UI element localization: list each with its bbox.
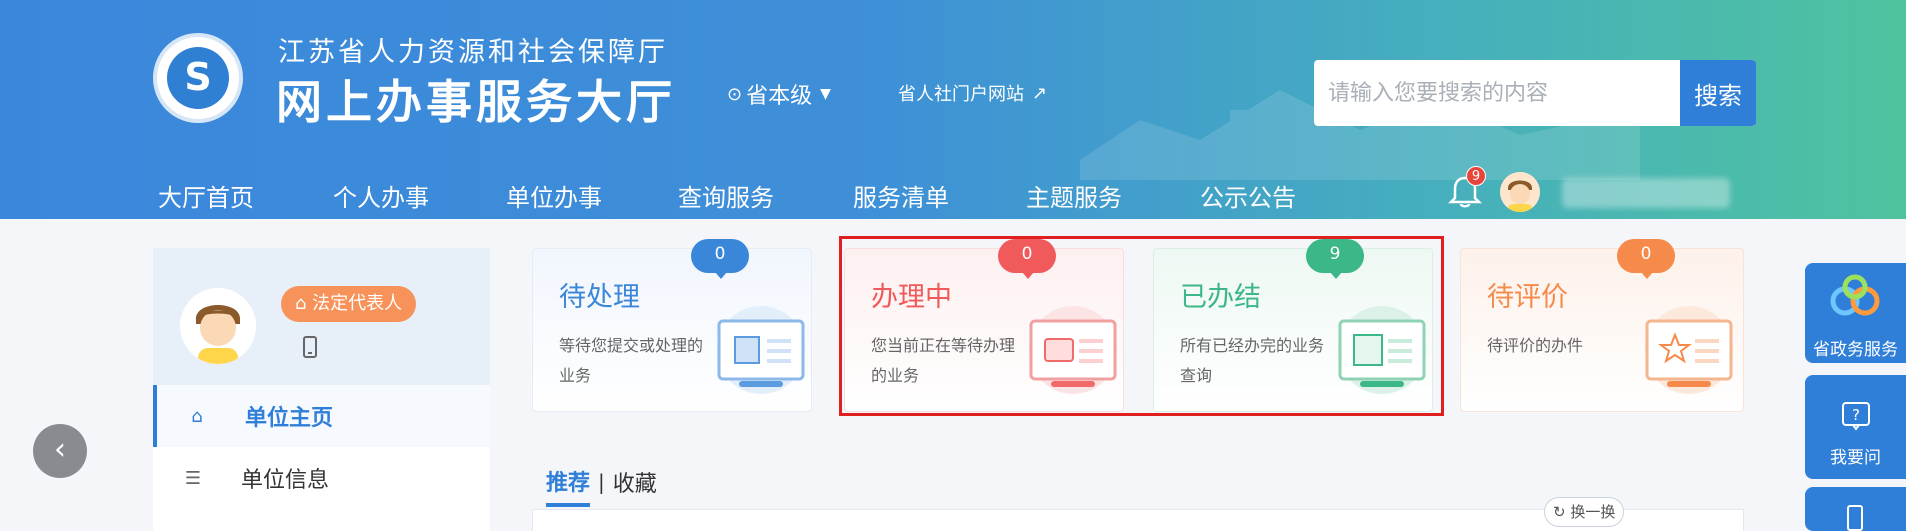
float-label: 我要问 — [1830, 448, 1881, 468]
avatar — [180, 288, 256, 364]
in-progress-count: 0 — [998, 239, 1056, 279]
user-avatar[interactable] — [1500, 172, 1540, 212]
float-ask[interactable]: ? 我要问 — [1805, 375, 1906, 479]
question-bubble-icon: ? — [1842, 402, 1870, 431]
nav-unit[interactable]: 单位办事 — [506, 178, 602, 213]
nav-service-list[interactable]: 服务清单 — [853, 178, 949, 213]
portal-link-label: 省人社门户网站 — [898, 84, 1024, 105]
card-completed[interactable]: 9 已办结 所有已经办完的业务查询 — [1153, 239, 1433, 412]
region-label: 省本级 — [746, 84, 813, 109]
svg-text:?: ? — [1852, 406, 1860, 424]
region-selector[interactable]: ⊙ 省本级 ▼ — [727, 78, 831, 110]
chevron-down-icon: ▼ — [820, 86, 831, 102]
completed-count: 9 — [1306, 239, 1364, 279]
document-icon: ☰ — [184, 467, 202, 489]
hall-name: 网上办事服务大厅 — [276, 75, 676, 129]
refresh-icon: ↻ — [1553, 503, 1566, 521]
recommend-tabs: 推荐 | 收藏 — [546, 465, 657, 507]
logo: S — [153, 33, 243, 123]
card-desc: 待评价的办件 — [1487, 336, 1584, 355]
card-title: 待处理 — [559, 282, 640, 313]
card-title: 待评价 — [1487, 282, 1568, 313]
phone-icon — [1847, 505, 1863, 531]
monitor-document-icon — [717, 306, 805, 394]
profile-panel: ⌂ 法定代表人 ⌂ 单位主页 ☰ 单位信息 — [153, 248, 490, 531]
home-small-icon: ⌂ — [295, 293, 307, 314]
nav-notice[interactable]: 公示公告 — [1200, 178, 1296, 213]
nav-personal[interactable]: 个人办事 — [333, 178, 429, 213]
card-pending[interactable]: 0 待处理 等待您提交或处理的业务 — [532, 239, 812, 412]
card-to-evaluate[interactable]: 0 待评价 待评价的办件 — [1460, 239, 1744, 412]
location-pin-icon: ⊙ — [727, 83, 743, 105]
monitor-checklist-icon — [1338, 306, 1426, 394]
card-desc: 等待您提交或处理的业务 — [559, 336, 704, 385]
tab-favorites[interactable]: 收藏 — [613, 466, 657, 506]
share-arrow-icon: ↗ — [1032, 82, 1048, 104]
float-phone[interactable] — [1805, 487, 1906, 531]
to-evaluate-count: 0 — [1617, 239, 1675, 279]
legal-rep-badge: ⌂ 法定代表人 — [281, 286, 417, 322]
card-in-progress[interactable]: 0 办理中 您当前正在等待办理的业务 — [844, 239, 1124, 412]
monitor-star-icon — [1645, 306, 1733, 394]
username-redacted — [1562, 178, 1730, 208]
monitor-message-icon — [1029, 306, 1117, 394]
profile-area: ⌂ 法定代表人 — [153, 248, 490, 385]
sidebar-item-label: 单位信息 — [241, 468, 330, 493]
org-name: 江苏省人力资源和社会保障厅 — [278, 37, 668, 68]
phone-icon[interactable] — [303, 336, 317, 358]
refresh-button[interactable]: ↻ 换一换 — [1544, 497, 1625, 527]
card-desc: 您当前正在等待办理的业务 — [871, 336, 1016, 385]
nav-home[interactable]: 大厅首页 — [158, 178, 254, 213]
gov-service-logo-icon — [1830, 274, 1880, 316]
card-title: 办理中 — [871, 282, 952, 313]
card-title: 已办结 — [1180, 282, 1261, 313]
chevron-left-icon: ‹ — [54, 432, 66, 467]
portal-link[interactable]: 省人社门户网站 ↗ — [898, 80, 1047, 106]
carousel-prev-button[interactable]: ‹ — [33, 424, 87, 478]
search-button[interactable]: 搜索 — [1680, 60, 1756, 126]
float-label: 省政务服务 — [1813, 340, 1898, 360]
tab-separator: | — [598, 470, 605, 494]
nav-theme[interactable]: 主题服务 — [1026, 178, 1122, 213]
nav-query[interactable]: 查询服务 — [678, 178, 774, 213]
pending-count: 0 — [691, 239, 749, 279]
tab-recommend[interactable]: 推荐 — [546, 465, 591, 507]
site-header: S 江苏省人力资源和社会保障厅 网上办事服务大厅 ⊙ 省本级 ▼ 省人社门户网站… — [0, 0, 1906, 219]
card-desc: 所有已经办完的业务查询 — [1180, 336, 1325, 385]
float-gov-service[interactable]: 省政务服务 — [1805, 263, 1906, 363]
sidebar-item-unit-home[interactable]: ⌂ 单位主页 — [153, 385, 490, 447]
sidebar-item-label: 单位主页 — [245, 406, 334, 431]
home-icon: ⌂ — [191, 405, 203, 427]
sidebar-item-unit-info[interactable]: ☰ 单位信息 — [153, 447, 490, 509]
notification-badge: 9 — [1466, 166, 1486, 186]
